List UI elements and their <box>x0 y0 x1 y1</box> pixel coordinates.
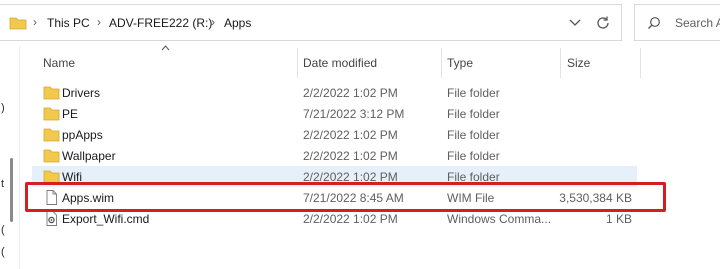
file-type: File folder <box>447 107 500 121</box>
column-divider[interactable] <box>297 48 298 78</box>
breadcrumb-this-pc[interactable]: This PC <box>47 16 90 30</box>
nav-fragment-text: ) <box>1 102 5 114</box>
sort-ascending-icon <box>161 45 170 51</box>
script-file-icon <box>46 211 57 226</box>
folder-icon <box>43 86 60 100</box>
column-header-name[interactable]: Name <box>43 56 75 70</box>
search-icon <box>648 17 660 29</box>
highlight-annotation-box <box>25 182 666 212</box>
file-name: Drivers <box>62 86 100 100</box>
folder-icon <box>43 149 60 163</box>
breadcrumb-separator-icon: › <box>211 15 215 29</box>
nav-fragment-text: ( <box>1 246 5 258</box>
folder-icon <box>9 17 27 30</box>
nav-fragment-text: t <box>1 178 5 190</box>
file-date: 2/2/2022 1:02 PM <box>303 128 398 142</box>
file-date: 2/2/2022 1:02 PM <box>303 86 398 100</box>
column-header-type[interactable]: Type <box>447 56 473 70</box>
file-name: Wallpaper <box>62 149 116 163</box>
file-size: 1 KB <box>605 212 632 226</box>
column-divider[interactable] <box>640 48 641 78</box>
column-header-date-modified[interactable]: Date modified <box>303 56 377 70</box>
file-type: File folder <box>447 128 500 142</box>
column-header-size[interactable]: Size <box>567 56 590 70</box>
search-input[interactable]: Search A <box>634 4 720 41</box>
file-date: 2/2/2022 1:02 PM <box>303 149 398 163</box>
breadcrumb-drive[interactable]: ADV-FREE222 (R:) <box>109 16 212 30</box>
file-date: 2/2/2022 1:02 PM <box>303 212 398 226</box>
chevron-down-icon[interactable] <box>566 13 584 31</box>
breadcrumb-separator-icon: › <box>97 15 101 29</box>
file-type: File folder <box>447 149 500 163</box>
file-type: Windows Comma... <box>447 212 552 226</box>
file-row-pe[interactable]: PE 7/21/2022 3:12 PM File folder <box>32 103 637 124</box>
refresh-icon[interactable] <box>594 14 612 32</box>
file-name: Export_Wifi.cmd <box>62 212 150 226</box>
file-date: 7/21/2022 3:12 PM <box>303 107 405 121</box>
column-divider[interactable] <box>441 48 442 78</box>
search-placeholder: Search A <box>675 16 720 30</box>
file-row-drivers[interactable]: Drivers 2/2/2022 1:02 PM File folder <box>32 82 637 103</box>
file-row-ppapps[interactable]: ppApps 2/2/2022 1:02 PM File folder <box>32 124 637 145</box>
address-bar[interactable]: › This PC › ADV-FREE222 (R:) › Apps <box>0 4 622 41</box>
navigation-pane[interactable]: ) t ( ( <box>0 46 20 269</box>
breadcrumb-apps[interactable]: Apps <box>224 16 251 30</box>
file-row-wallpaper[interactable]: Wallpaper 2/2/2022 1:02 PM File folder <box>32 145 637 166</box>
file-name: PE <box>62 107 79 121</box>
breadcrumb-separator-icon: › <box>33 15 37 29</box>
nav-fragment-text: ( <box>1 224 5 236</box>
file-name: ppApps <box>62 128 103 142</box>
folder-icon <box>43 107 60 121</box>
column-divider[interactable] <box>560 48 561 78</box>
file-type: File folder <box>447 86 500 100</box>
folder-icon <box>43 128 60 142</box>
navigation-scrollbar[interactable] <box>10 158 13 222</box>
